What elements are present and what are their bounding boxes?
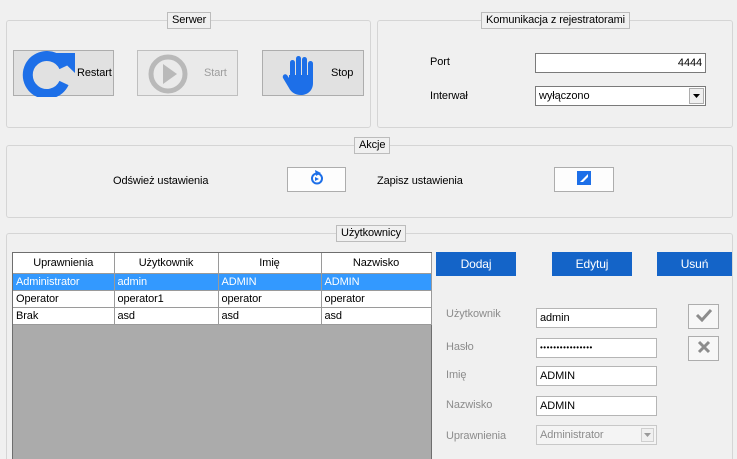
form-role-label: Uprawnienia [446, 430, 507, 442]
cell-user: asd [114, 307, 219, 325]
form-password-label: Hasło [446, 341, 474, 353]
comm-group-title: Komunikacja z rejestratorami [481, 12, 631, 29]
form-role-value: Administrator [540, 429, 604, 441]
start-label: Start [204, 67, 227, 79]
cell-lastname: ADMIN [321, 273, 432, 291]
cell-firstname: operator [218, 290, 322, 308]
port-label: Port [430, 56, 450, 68]
column-header-role[interactable]: Uprawnienia [13, 253, 115, 274]
table-header-row: Uprawnienia Użytkownik Imię Nazwisko [13, 253, 432, 274]
column-header-firstname[interactable]: Imię [218, 253, 322, 274]
server-group-title: Serwer [167, 12, 212, 29]
delete-user-button[interactable]: Usuń [657, 252, 732, 276]
form-password-input[interactable]: •••••••••••••••• [536, 338, 657, 358]
cell-user: admin [114, 273, 219, 291]
form-lastname-input[interactable]: ADMIN [536, 396, 657, 416]
restart-label: Restart [77, 67, 112, 79]
actions-group-title: Akcje [354, 137, 391, 154]
cell-lastname: operator [321, 290, 432, 308]
form-firstname-input[interactable]: ADMIN [536, 366, 657, 386]
save-icon [577, 171, 591, 188]
refresh-icon [309, 170, 325, 189]
hand-stop-icon [280, 53, 324, 100]
form-role-select[interactable]: Administrator [536, 425, 657, 445]
edit-user-button[interactable]: Edytuj [552, 252, 632, 276]
table-row[interactable]: Operator operator1 operator operator [13, 290, 432, 308]
interval-value: wyłączono [539, 90, 590, 102]
save-button[interactable] [554, 167, 614, 192]
restart-icon [18, 51, 80, 100]
table-row[interactable]: Brak asd asd asd [13, 307, 432, 325]
cell-lastname: asd [321, 307, 432, 325]
cell-firstname: asd [218, 307, 322, 325]
form-lastname-label: Nazwisko [446, 399, 493, 411]
stop-label: Stop [331, 67, 354, 79]
interval-select[interactable]: wyłączono [535, 86, 706, 106]
port-input[interactable]: 4444 [535, 53, 706, 73]
form-user-label: Użytkownik [446, 308, 501, 320]
comm-group: Komunikacja z rejestratorami [377, 12, 733, 128]
column-header-lastname[interactable]: Nazwisko [321, 253, 432, 274]
add-user-button[interactable]: Dodaj [436, 252, 516, 276]
refresh-label: Odśwież ustawienia [113, 175, 209, 187]
users-grid: Uprawnienia Użytkownik Imię Nazwisko Adm… [13, 253, 432, 325]
refresh-button[interactable] [287, 167, 346, 192]
cell-role: Brak [13, 307, 115, 325]
form-firstname-label: Imię [446, 369, 467, 381]
table-row[interactable]: Administrator admin ADMIN ADMIN [13, 273, 432, 291]
close-icon [697, 340, 711, 357]
restart-button[interactable]: Restart [13, 50, 114, 99]
start-button[interactable]: Start [137, 50, 238, 96]
cell-role: Administrator [13, 273, 115, 291]
save-label: Zapisz ustawienia [377, 175, 463, 187]
dropdown-arrow-icon [641, 428, 654, 442]
column-header-user[interactable]: Użytkownik [114, 253, 219, 274]
checkmark-icon [695, 308, 713, 325]
cell-firstname: ADMIN [218, 273, 322, 291]
cell-user: operator1 [114, 290, 219, 308]
confirm-button[interactable] [688, 304, 719, 329]
play-icon [148, 54, 188, 97]
cell-role: Operator [13, 290, 115, 308]
users-table: Uprawnienia Użytkownik Imię Nazwisko Adm… [12, 252, 432, 459]
form-user-input[interactable]: admin [536, 308, 657, 328]
stop-button[interactable]: Stop [262, 50, 364, 96]
users-group-title: Użytkownicy [336, 225, 407, 242]
dropdown-arrow-icon [689, 88, 704, 104]
interval-label: Interwał [430, 90, 468, 102]
cancel-button[interactable] [688, 336, 719, 361]
